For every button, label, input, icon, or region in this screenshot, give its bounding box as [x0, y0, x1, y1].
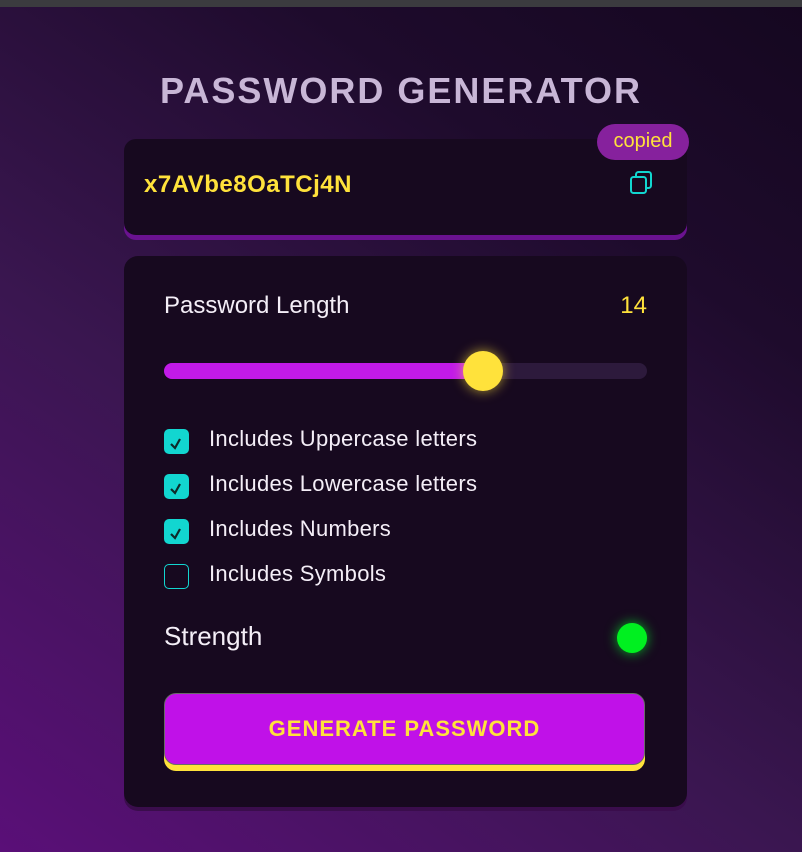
option-label: Includes Symbols: [209, 561, 387, 586]
checkbox-uppercase[interactable]: [164, 429, 189, 454]
checkbox-symbols[interactable]: [164, 564, 189, 589]
length-value: 14: [620, 292, 647, 319]
option-numbers[interactable]: Includes Numbers: [164, 516, 647, 546]
slider-thumb[interactable]: [462, 351, 503, 391]
settings-panel: Password Length 14 Includes Uppercase le…: [124, 256, 687, 807]
length-label: Password Length: [164, 292, 350, 319]
option-lowercase[interactable]: Includes Lowercase letters: [164, 471, 647, 501]
option-uppercase[interactable]: Includes Uppercase letters: [164, 426, 647, 456]
strength-indicator: [617, 623, 647, 653]
length-slider[interactable]: [164, 351, 647, 391]
option-symbols[interactable]: Includes Symbols: [164, 561, 647, 591]
option-label: Includes Lowercase letters: [209, 471, 478, 496]
generate-password-button[interactable]: GENERATE PASSWORD: [164, 693, 645, 765]
length-row: Password Length 14: [164, 292, 647, 322]
generated-password: x7AVbe8OaTCj4N: [144, 171, 352, 198]
copy-icon[interactable]: [628, 169, 656, 197]
option-label: Includes Uppercase letters: [209, 426, 478, 451]
checkbox-numbers[interactable]: [164, 519, 189, 544]
copied-badge: copied: [597, 124, 689, 160]
page-title: PASSWORD GENERATOR: [159, 70, 643, 111]
window-top-bar: [0, 0, 802, 7]
checkbox-lowercase[interactable]: [164, 474, 189, 499]
strength-label: Strength: [164, 621, 263, 651]
slider-fill: [164, 363, 483, 379]
option-label: Includes Numbers: [209, 516, 392, 541]
